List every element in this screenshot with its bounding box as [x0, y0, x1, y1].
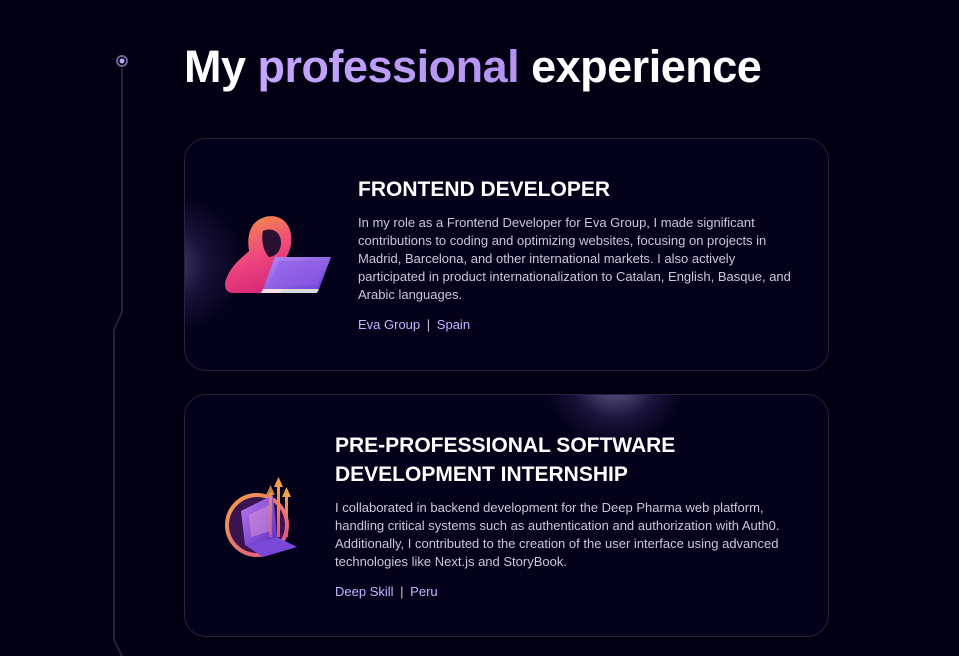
laptop-growth-arrows-icon — [223, 465, 313, 565]
experience-location: Spain — [436, 317, 471, 332]
meta-separator: | — [426, 317, 431, 332]
experience-body: PRE-PROFESSIONAL SOFTWARE DEVELOPMENT IN… — [335, 431, 795, 601]
experience-meta: Deep Skill | Peru — [335, 583, 795, 601]
experience-description: In my role as a Frontend Developer for E… — [358, 215, 791, 302]
section-title: My professional experience — [184, 38, 762, 96]
experience-role: FRONTEND DEVELOPER — [358, 178, 611, 201]
experience-body: FRONTEND DEVELOPER In my role as a Front… — [358, 175, 798, 334]
hooded-developer-laptop-icon — [219, 211, 339, 301]
title-suffix: experience — [531, 41, 762, 92]
experience-meta: Eva Group | Spain — [358, 316, 798, 334]
meta-separator: | — [400, 584, 404, 599]
title-prefix: My — [184, 41, 246, 92]
experience-card-internship: PRE-PROFESSIONAL SOFTWARE DEVELOPMENT IN… — [184, 394, 829, 637]
experience-description: I collaborated in backend development fo… — [335, 500, 780, 569]
title-accent: professional — [257, 41, 520, 92]
experience-location: Peru — [410, 584, 438, 599]
experience-card-frontend: FRONTEND DEVELOPER In my role as a Front… — [184, 138, 829, 371]
experience-company: Eva Group — [358, 317, 421, 332]
experience-company: Deep Skill — [335, 584, 394, 599]
experience-role: PRE-PROFESSIONAL SOFTWARE DEVELOPMENT IN… — [335, 434, 676, 486]
timeline-decoration — [110, 50, 140, 656]
